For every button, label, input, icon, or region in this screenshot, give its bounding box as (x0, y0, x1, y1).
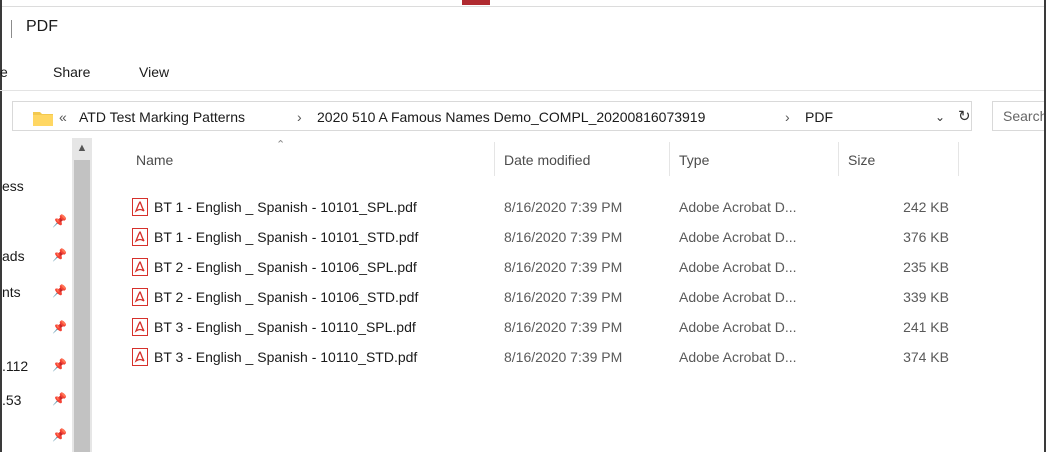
file-name[interactable]: BT 1 - English _ Spanish - 10101_STD.pdf (154, 229, 418, 245)
column-divider[interactable] (669, 142, 670, 176)
pdf-file-icon (132, 228, 148, 246)
pin-icon[interactable]: 📌 (52, 284, 67, 298)
file-date: 8/16/2020 7:39 PM (504, 319, 623, 335)
pin-icon[interactable]: 📌 (52, 214, 67, 228)
file-size: 374 KB (903, 349, 949, 365)
nav-item-documents[interactable]: nts (2, 284, 21, 300)
file-name[interactable]: BT 2 - English _ Spanish - 10106_SPL.pdf (154, 259, 417, 275)
file-date: 8/16/2020 7:39 PM (504, 349, 623, 365)
file-type: Adobe Acrobat D... (679, 199, 797, 215)
window-accent (462, 0, 490, 5)
file-name[interactable]: BT 3 - English _ Spanish - 10110_SPL.pdf (154, 319, 416, 335)
file-row[interactable]: BT 1 - English _ Spanish - 10101_STD.pdf… (118, 226, 958, 250)
file-size: 235 KB (903, 259, 949, 275)
nav-item-network-112[interactable]: .112 (2, 358, 28, 374)
tab-view[interactable]: View (139, 64, 169, 80)
chevron-down-icon[interactable]: ⌄ (935, 110, 945, 124)
folder-icon (33, 112, 53, 126)
file-row[interactable]: BT 3 - English _ Spanish - 10110_SPL.pdf… (118, 316, 958, 340)
file-size: 241 KB (903, 319, 949, 335)
file-date: 8/16/2020 7:39 PM (504, 259, 623, 275)
file-name[interactable]: BT 2 - English _ Spanish - 10106_STD.pdf (154, 289, 418, 305)
address-row: « ATD Test Marking Patterns › 2020 510 A… (0, 97, 1046, 135)
scroll-up-icon[interactable]: ▲ (72, 138, 92, 158)
nav-scrollbar-thumb[interactable] (74, 160, 90, 452)
file-row[interactable]: BT 2 - English _ Spanish - 10106_SPL.pdf… (118, 256, 958, 280)
pin-icon[interactable]: 📌 (52, 392, 67, 406)
file-date: 8/16/2020 7:39 PM (504, 199, 623, 215)
pdf-file-icon (132, 258, 148, 276)
pin-icon[interactable]: 📌 (52, 358, 67, 372)
breadcrumb-separator-icon[interactable]: › (785, 109, 790, 125)
file-type: Adobe Acrobat D... (679, 319, 797, 335)
file-name[interactable]: BT 3 - English _ Spanish - 10110_STD.pdf (154, 349, 417, 365)
nav-item-network-53[interactable]: .53 (2, 392, 21, 408)
file-type: Adobe Acrobat D... (679, 229, 797, 245)
column-divider[interactable] (958, 142, 959, 176)
column-header-type[interactable]: Type (679, 152, 709, 190)
ribbon: e Share View (0, 54, 1046, 91)
breadcrumb-separator-icon[interactable]: › (297, 109, 302, 125)
search-input[interactable]: Search (992, 101, 1046, 131)
refresh-icon[interactable]: ↻ (958, 107, 971, 125)
pdf-file-icon (132, 288, 148, 306)
file-row[interactable]: BT 1 - English _ Spanish - 10101_SPL.pdf… (118, 196, 958, 220)
breadcrumb-overflow-icon[interactable]: « (59, 109, 67, 125)
file-size: 242 KB (903, 199, 949, 215)
file-type: Adobe Acrobat D... (679, 259, 797, 275)
file-name[interactable]: BT 1 - English _ Spanish - 10101_SPL.pdf (154, 199, 417, 215)
pin-icon[interactable]: 📌 (52, 320, 67, 334)
pin-icon[interactable]: 📌 (52, 428, 67, 442)
file-size: 376 KB (903, 229, 949, 245)
nav-item-quick-access[interactable]: ess (2, 178, 24, 194)
file-type: Adobe Acrobat D... (679, 349, 797, 365)
nav-item-downloads[interactable]: ads (2, 248, 25, 264)
tab-home[interactable]: e (0, 64, 8, 80)
window-top-strip (0, 0, 1046, 7)
breadcrumb-atd-test-marking-patterns[interactable]: ATD Test Marking Patterns (79, 109, 245, 125)
breadcrumb-pdf[interactable]: PDF (805, 109, 833, 125)
file-row[interactable]: BT 2 - English _ Spanish - 10106_STD.pdf… (118, 286, 958, 310)
pdf-file-icon (132, 348, 148, 366)
pdf-file-icon (132, 318, 148, 336)
breadcrumb-famous-names-demo[interactable]: 2020 510 A Famous Names Demo_COMPL_20200… (317, 109, 705, 125)
file-date: 8/16/2020 7:39 PM (504, 229, 623, 245)
window-title: PDF (26, 18, 58, 35)
column-header-date-modified[interactable]: Date modified (504, 152, 590, 190)
file-size: 339 KB (903, 289, 949, 305)
title-separator (11, 20, 12, 38)
pin-icon[interactable]: 📌 (52, 248, 67, 262)
column-header-name[interactable]: Name (136, 152, 173, 190)
column-divider[interactable] (494, 142, 495, 176)
address-bar[interactable]: « ATD Test Marking Patterns › 2020 510 A… (12, 101, 972, 131)
sort-ascending-icon: ⌃ (276, 139, 286, 151)
column-header-size[interactable]: Size (848, 152, 875, 190)
file-date: 8/16/2020 7:39 PM (504, 289, 623, 305)
pdf-file-icon (132, 198, 148, 216)
file-row[interactable]: BT 3 - English _ Spanish - 10110_STD.pdf… (118, 346, 958, 370)
file-type: Adobe Acrobat D... (679, 289, 797, 305)
column-divider[interactable] (838, 142, 839, 176)
tab-share[interactable]: Share (53, 64, 90, 80)
